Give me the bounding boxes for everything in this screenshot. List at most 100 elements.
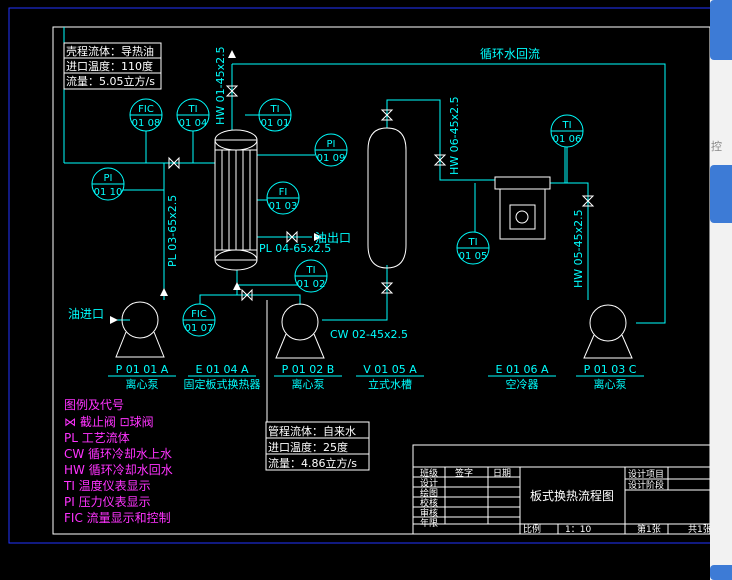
return-water-label: 循环水回流	[480, 47, 540, 61]
instrument-number: 01 02	[297, 279, 326, 290]
shell-box-fluid: 壳程流体：导热油	[66, 44, 154, 58]
equipment-name: 离心泵	[292, 377, 325, 391]
title-block-scale-label: 比例	[523, 523, 541, 535]
instrument-ti-0101: TI 01 01	[258, 98, 292, 132]
legend-title: 图例及代号	[64, 398, 124, 412]
equipment-p-01-03-c: P 01 03 C离心泵	[576, 363, 644, 391]
instrument-ti-0104: TI 01 04	[176, 98, 210, 132]
side-tab-bottom[interactable]	[710, 565, 732, 580]
instrument-fic-0107: FIC 01 07	[182, 303, 216, 337]
equipment-name: 离心泵	[594, 377, 627, 391]
drawing-title: 板式换热流程图	[530, 488, 614, 503]
instrument-ti-0102: TI 01 02	[294, 259, 328, 293]
title-block-row-label: 绘图	[420, 487, 438, 499]
instrument-number: 01 06	[553, 134, 582, 145]
side-tab-top[interactable]	[710, 0, 732, 60]
title-block-sign-header: 签字	[455, 467, 473, 479]
instrument-number: 01 09	[317, 153, 346, 164]
heat-exchanger	[214, 129, 258, 271]
pipe-hw05-label: HW 05-45x2.5	[572, 209, 585, 288]
instrument-code: PI	[104, 173, 113, 184]
equipment-name: 固定板式换热器	[184, 377, 261, 391]
equipment-tag: V 01 05 A	[363, 363, 417, 376]
title-block: 班级设计绘图校核审核年限 签字 日期板式换热流程图 设计项目设计阶段比例 1：10 第1张…	[412, 444, 712, 535]
tube-box-fluid: 管程流体：自来水	[268, 424, 356, 438]
instrument-fi-0103: FI 01 03	[266, 181, 300, 215]
equipment-p-01-01-a: P 01 01 A离心泵	[108, 363, 176, 391]
instrument-number: 01 01	[261, 118, 290, 129]
title-block-date-header: 日期	[493, 468, 511, 479]
instrument-code: TI	[187, 104, 197, 115]
shell-box-temp: 进口温度：110度	[66, 59, 153, 73]
equipment-name: 离心泵	[126, 377, 159, 391]
pipe-pl03-label: PL 03-65x2.5	[166, 195, 179, 267]
equipment-tag: P 01 02 B	[282, 363, 335, 376]
equipment-labels: P 01 01 A离心泵E 01 04 A固定板式换热器P 01 02 B离心泵…	[108, 363, 644, 391]
shell-box-flow: 流量：5.05立方/s	[66, 74, 155, 88]
instrument-number: 01 07	[185, 323, 214, 334]
legend: 图例及代号 ⋈ 截止阀 ⊡球阀 PL 工艺流体 CW 循环冷却水上水 HW 循环冷却水回…	[63, 398, 173, 525]
instrument-code: TI	[467, 237, 477, 248]
instrument-ti-0105: TI 01 05	[456, 231, 490, 265]
instrument-number: 01 05	[459, 251, 488, 262]
instrument-fic-0108: FIC 01 08	[129, 98, 163, 132]
title-block-row-label: 设计	[420, 477, 438, 489]
equipment-p-01-02-b: P 01 02 B离心泵	[274, 363, 342, 391]
side-panel-label: 控	[711, 140, 722, 153]
instrument-code: PI	[327, 139, 336, 150]
equipment-name: 空冷器	[506, 377, 539, 391]
title-block-row-label: 班级	[420, 467, 438, 479]
title-block-total: 共1张	[688, 524, 712, 535]
instrument-code: TI	[269, 104, 279, 115]
title-block-scale: 1：10	[565, 525, 591, 535]
instrument-pi-0110: PI 01 10	[91, 167, 125, 201]
equipment-tag: P 01 03 C	[584, 363, 637, 376]
shell-fluid-box: 壳程流体：导热油进口温度：110度流量：5.05立方/s	[63, 42, 162, 90]
title-block-row-label: 审核	[420, 507, 438, 519]
legend-item: TI 温度仪表显示	[63, 478, 151, 493]
title-block-stage: 设计阶段	[628, 479, 664, 491]
tube-box-flow: 流量：4.86立方/s	[268, 456, 357, 470]
legend-item: CW 循环冷却水上水	[64, 447, 172, 461]
equipment-name: 立式水槽	[368, 377, 412, 391]
instrument-number: 01 04	[179, 118, 208, 129]
legend-item: HW 循环冷却水回水	[64, 463, 173, 477]
equipment-tag: E 01 04 A	[196, 363, 249, 376]
instrument-pi-0109: PI 01 09	[314, 133, 348, 167]
equipment-e-01-04-a: E 01 04 A固定板式换热器	[184, 363, 261, 391]
instrument-ti-0106: TI 01 06	[550, 114, 584, 148]
instrument-code: FIC	[191, 309, 207, 320]
equipment-tag: E 01 06 A	[496, 363, 549, 376]
vertical-tank	[367, 127, 407, 269]
side-panel	[710, 0, 732, 580]
pipe-hw01-label: HW 01-45x2.5	[214, 46, 227, 125]
pipe-cw02-label: CW 02-45x2.5	[330, 328, 408, 341]
instrument-code: TI	[305, 265, 315, 276]
equipment-v-01-05-a: V 01 05 A立式水槽	[356, 363, 424, 391]
process-flow-diagram: 壳程流体：导热油进口温度：110度流量：5.05立方/s 管程流体：自来水进口温…	[8, 7, 730, 544]
oil-outlet-label: 油出口	[315, 231, 351, 245]
legend-item: PI 压力仪表显示	[64, 495, 151, 509]
legend-item: ⋈ 截止阀 ⊡球阀	[64, 415, 154, 429]
title-block-project: 设计项目	[628, 468, 664, 480]
oil-inlet-label: 油进口	[68, 307, 104, 321]
valves	[168, 85, 595, 302]
instrument-code: FI	[279, 187, 288, 198]
legend-item: PL 工艺流体	[64, 431, 130, 445]
pipe-hw06-label: HW 06-45x2.5	[448, 96, 461, 175]
instrument-number: 01 03	[269, 201, 298, 212]
air-cooler	[494, 176, 551, 240]
equipment-tag: P 01 01 A	[116, 363, 169, 376]
instrument-number: 01 10	[94, 187, 123, 198]
title-block-row-label: 校核	[420, 497, 438, 509]
equipment-e-01-06-a: E 01 06 A空冷器	[488, 363, 556, 391]
side-tab-middle[interactable]	[710, 165, 732, 223]
legend-item: FIC 流量显示和控制	[64, 511, 171, 525]
tube-box-temp: 进口温度：25度	[268, 440, 348, 454]
instrument-code: TI	[561, 120, 571, 131]
instrument-code: FIC	[138, 104, 154, 115]
instrument-number: 01 08	[132, 118, 161, 129]
title-block-row-label: 年限	[420, 517, 438, 529]
title-block-sheet: 第1张	[637, 523, 661, 535]
pipe-labels: 循环水回流 HW 01-45x2.5 HW 06-45x2.5 HW 05-45x2.…	[68, 46, 585, 341]
